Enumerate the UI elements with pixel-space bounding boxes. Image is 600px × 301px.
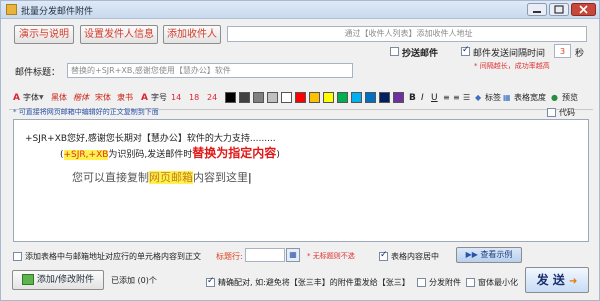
editor-line-3-prefix: 您可以直接复制 (72, 171, 149, 184)
font-a-icon: A (13, 93, 20, 103)
font-kaiti[interactable]: 楷体 (73, 90, 89, 106)
size-24[interactable]: 24 (207, 90, 217, 106)
table-map-label: 添加表格中与邮箱地址对应行的单元格内容到正文 (25, 252, 201, 261)
table-center-checkbox[interactable] (379, 250, 388, 261)
title-bar: 批量分发邮件附件 (1, 1, 599, 19)
size-dropdown[interactable]: 字号 (151, 90, 167, 106)
send-button[interactable]: 发 送 ➜ (525, 267, 589, 293)
font-dropdown[interactable]: 字体 (23, 90, 39, 106)
close-icon[interactable] (571, 3, 596, 16)
attach-label: 添加/修改附件 (36, 275, 94, 285)
interval-input[interactable]: 3 (554, 44, 571, 58)
subject-label: 邮件标题： (15, 68, 61, 78)
font-lishu[interactable]: 隶书 (117, 90, 133, 106)
table-map-checkbox[interactable] (13, 252, 22, 261)
tag-icon: ◆ (475, 93, 482, 102)
align-left-icon[interactable]: ≡ (443, 90, 450, 106)
align-center-icon[interactable]: ≡ (453, 90, 460, 106)
paste-hint: * 可直接将网页邮箱中编辑好的正文复制到下面 (13, 108, 159, 116)
subject-input[interactable]: 替换的+SJR+XB,感谢您使用【慧办公】软件 (67, 63, 353, 78)
double-arrow-icon: ▶▶ (465, 250, 478, 259)
minimize-checkbox[interactable] (466, 278, 475, 287)
attach-icon (22, 274, 35, 285)
webmail-highlight: 网页邮箱 (149, 171, 193, 184)
minimize-icon[interactable] (527, 3, 547, 16)
add-recipient-button[interactable]: 添加收件人 (163, 25, 221, 44)
code-checkbox[interactable] (547, 108, 556, 117)
exact-match-label: 精确配对, 如:避免将【张三丰】的附件重发给【张三】 (218, 278, 410, 287)
color-silver[interactable] (267, 92, 278, 103)
header-row-note: * 无标题则不选 (307, 252, 355, 260)
app-icon (6, 4, 17, 15)
italic-icon[interactable]: I (421, 90, 424, 106)
recipients-field[interactable]: 通过【收件人列表】添加收件人地址 (227, 26, 587, 42)
color-orange[interactable] (309, 92, 320, 103)
window-title: 批量分发邮件附件 (21, 7, 94, 17)
cc-checkbox[interactable] (390, 47, 399, 56)
code-highlight: +SJR,+XB (63, 150, 109, 160)
size-18[interactable]: 18 (189, 90, 199, 106)
underline-icon[interactable]: U (431, 90, 438, 106)
minimize-label: 窗体最小化 (478, 278, 518, 287)
color-cyan[interactable] (351, 92, 362, 103)
tag-dropdown[interactable]: 标签 (485, 90, 501, 106)
table-width-dropdown[interactable]: 表格宽度 (514, 90, 546, 106)
replace-emphasis: 替换为指定内容 (192, 146, 277, 160)
color-yellow[interactable] (323, 92, 334, 103)
attached-count: 已添加 (0)个 (111, 276, 157, 285)
interval-label: 邮件发送间隔时间 (473, 49, 546, 59)
color-purple[interactable] (393, 92, 404, 103)
font-songti[interactable]: 宋体 (95, 90, 111, 106)
bold-icon[interactable]: B (409, 90, 416, 106)
header-row-label: 标题行: (216, 252, 243, 261)
color-white[interactable] (281, 92, 292, 103)
table-icon: ▦ (503, 93, 511, 102)
size-a-icon: A (141, 93, 148, 103)
color-red[interactable] (295, 92, 306, 103)
split-attachments-checkbox[interactable] (417, 278, 426, 287)
color-blue[interactable] (365, 92, 376, 103)
text-cursor: | (248, 171, 252, 184)
size-14[interactable]: 14 (171, 90, 181, 106)
list-icon[interactable]: ☰ (463, 90, 470, 106)
color-black[interactable] (225, 92, 236, 103)
interval-hint: * 间隔越长，成功率越高 (474, 62, 550, 70)
view-example-button[interactable]: ▶▶ 查看示例 (456, 247, 522, 263)
code-button[interactable]: 代码 (559, 107, 575, 118)
table-picker-icon[interactable]: ▦ (286, 248, 300, 262)
demo-button[interactable]: 演示与说明 (14, 25, 74, 44)
interval-checkbox[interactable] (461, 45, 470, 56)
editor-line-1: +SJR+XB您好,感谢您长期对【慧办公】软件的大力支持......... (25, 134, 276, 144)
preview-button[interactable]: 预览 (562, 90, 578, 106)
header-row-input[interactable] (245, 248, 285, 262)
main-window: 批量分发邮件附件 演示与说明 设置发件人信息 添加收件人 通过【收件人列表】添加… (0, 0, 600, 301)
interval-unit: 秒 (575, 49, 585, 59)
send-arrow-icon: ➜ (568, 276, 578, 287)
dropdown-arrow-icon: ▼ (39, 94, 44, 101)
color-navy[interactable] (379, 92, 390, 103)
preview-icon: ● (551, 93, 558, 102)
editor-line-2-close: ) (276, 150, 280, 160)
body-editor[interactable]: +SJR+XB您好,感谢您长期对【慧办公】软件的大力支持......... (+… (13, 119, 589, 242)
color-gray[interactable] (253, 92, 264, 103)
maximize-icon[interactable] (549, 3, 569, 16)
editor-line-2: (+SJR,+XB为识别码,发送邮件时替换为指定内容) (60, 144, 280, 161)
exact-match-checkbox[interactable] (206, 276, 215, 287)
split-attachments-label: 分发附件 (429, 278, 461, 287)
attach-button[interactable]: 添加/修改附件 (12, 270, 104, 290)
view-example-label: 查看示例 (480, 250, 513, 259)
editor-line-3: 您可以直接复制网页邮箱内容到这里| (72, 169, 252, 185)
editor-line-2-open: ( (60, 150, 64, 160)
send-label: 发 送 (536, 273, 565, 287)
editor-line-3-suffix: 内容到这里 (193, 171, 248, 184)
color-green[interactable] (337, 92, 348, 103)
sender-info-button[interactable]: 设置发件人信息 (80, 25, 158, 44)
editor-line-2-mid: 为识别码,发送邮件时 (108, 150, 193, 160)
cc-label: 抄送邮件 (402, 49, 439, 59)
font-heiti[interactable]: 黑体 (51, 90, 67, 106)
color-darkgray[interactable] (239, 92, 250, 103)
format-toolbar: A 字体 ▼ 黑体 楷体 宋体 隶书 A 字号 14 18 24 B I U ≡… (11, 90, 591, 106)
table-center-label: 表格内容居中 (391, 252, 439, 261)
